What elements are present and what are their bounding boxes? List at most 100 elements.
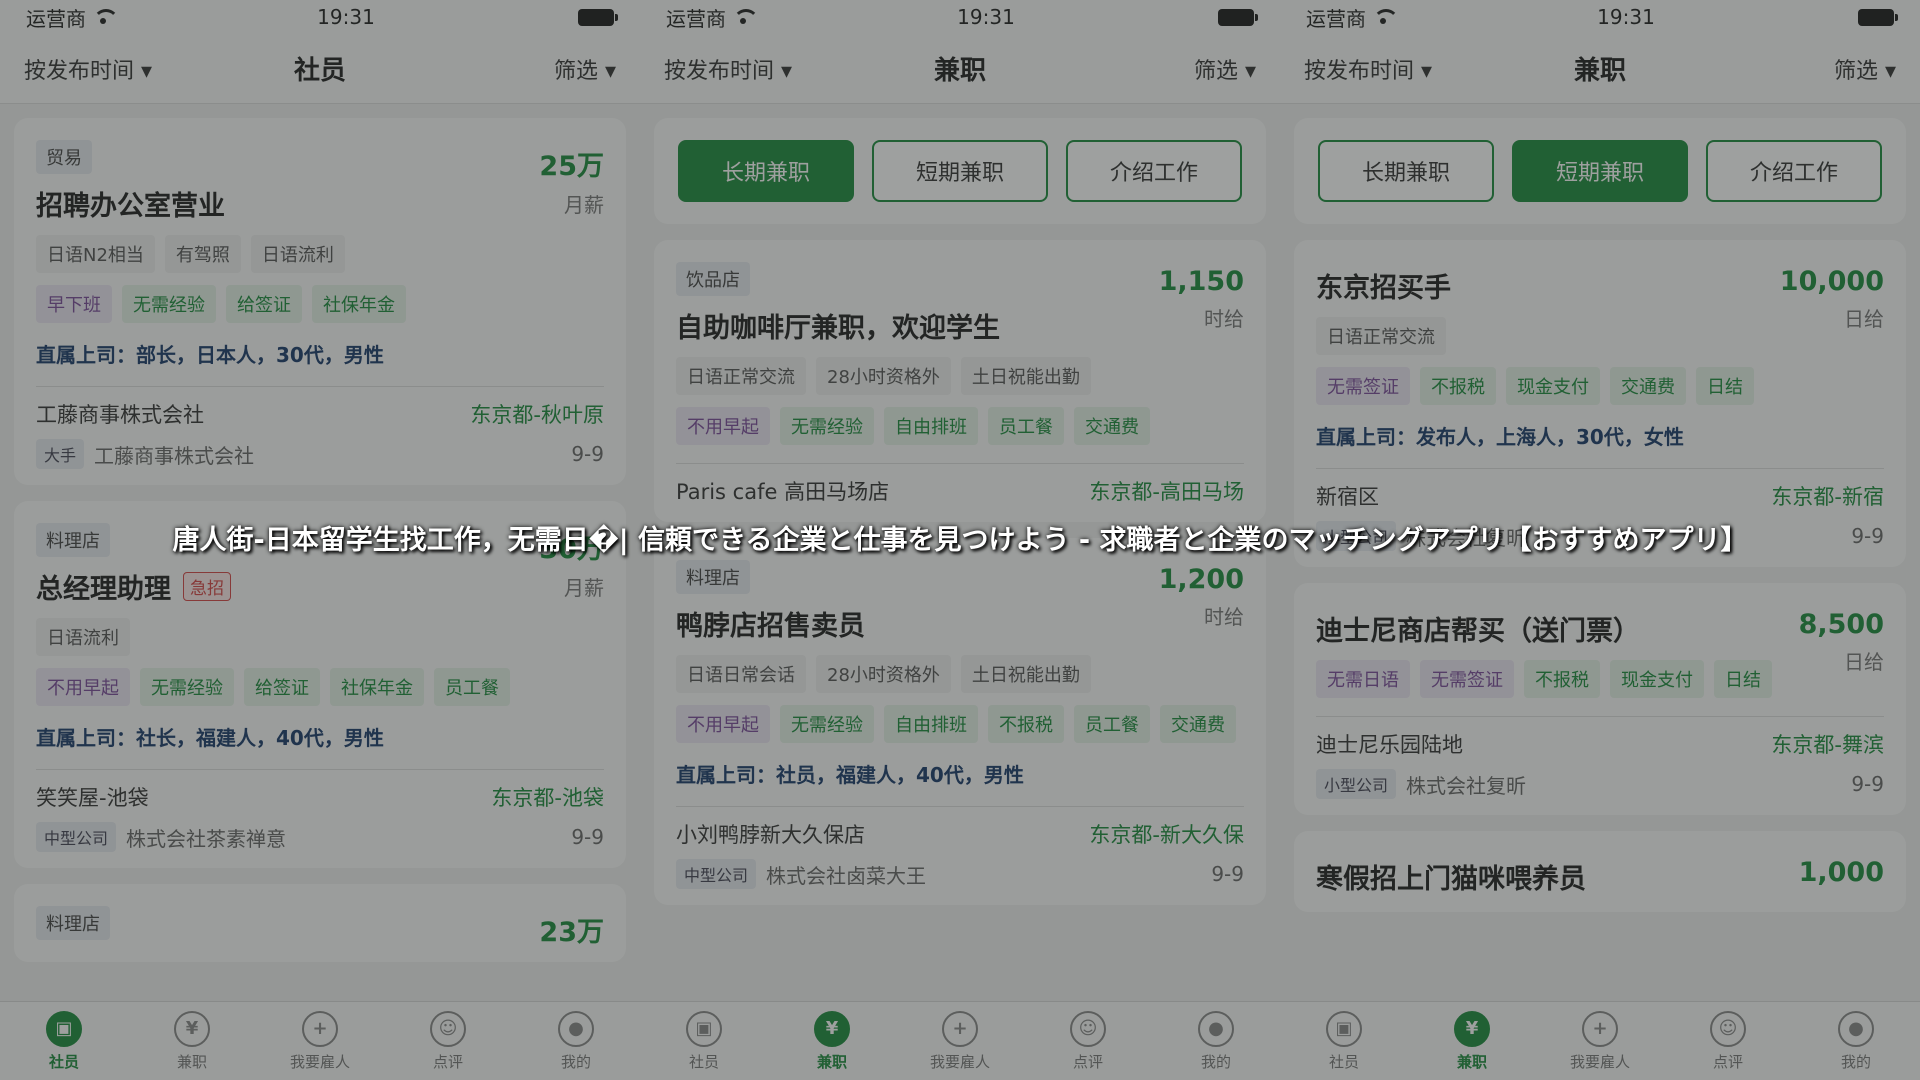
tab-user[interactable]: ● 我的	[512, 1002, 640, 1080]
filter-dropdown[interactable]: 筛选 ▾	[1834, 53, 1896, 85]
segment-button[interactable]: 介绍工作	[1706, 140, 1882, 202]
segment-button[interactable]: 短期兼职	[872, 140, 1048, 202]
tab-plus[interactable]: + 我要雇人	[256, 1002, 384, 1080]
company-location: 东京都-新大久保	[1089, 823, 1244, 847]
salary-amount: 23万	[539, 917, 604, 948]
tab-bag[interactable]: ▣ 社员	[640, 1002, 768, 1080]
job-card[interactable]: 饮品店 自助咖啡厅兼职，欢迎学生 1,150 时给 日语正常交流 28小时资格外 土日祝能出…	[654, 240, 1266, 522]
salary-block: 23万	[539, 910, 604, 949]
company-detail-row: 大手 工藤商事株式会社 9-9	[36, 439, 604, 469]
carrier-label: 运营商	[666, 6, 726, 31]
segment-button[interactable]: 长期兼职	[678, 140, 854, 202]
tab-user[interactable]: ● 我的	[1792, 1002, 1920, 1080]
requirement-tag: 土日祝能出勤	[960, 655, 1091, 693]
tab-bag[interactable]: ▣ 社员	[1280, 1002, 1408, 1080]
job-card[interactable]: 料理店 23万	[14, 884, 626, 962]
salary-amount: 1,200	[1158, 564, 1244, 595]
filter-dropdown[interactable]: 筛选 ▾	[1194, 53, 1256, 85]
salary-unit: 日给	[1844, 650, 1884, 674]
caption-banner: 唐人街-日本留学生找工作，无需日�| 信頼できる企業と仕事を見つけよう - 求職…	[172, 525, 1748, 556]
benefit-tag: 无需签证	[1420, 660, 1514, 698]
benefit-tag: 无需经验	[780, 705, 874, 743]
job-title-text: 总经理助理	[36, 574, 171, 605]
tab-plus[interactable]: + 我要雇人	[896, 1002, 1024, 1080]
segment-button[interactable]: 短期兼职	[1512, 140, 1688, 202]
requirement-tag: 日语日常会话	[676, 655, 806, 693]
urgent-badge: 急招	[183, 572, 231, 601]
carrier-label: 运营商	[1306, 6, 1366, 31]
job-card[interactable]: 寒假招上门猫咪喂养员 1,000	[1294, 831, 1906, 912]
tab-plus[interactable]: + 我要雇人	[1536, 1002, 1664, 1080]
job-card[interactable]: 迪士尼商店帮买（送门票） 8,500 日给 无需日语 无需签证 不报税 现金支付 日结 迪士尼乐…	[1294, 583, 1906, 815]
tab-label: 我的	[1200, 1052, 1231, 1071]
wifi-icon	[1372, 9, 1399, 25]
job-title: 招聘办公室营业	[36, 184, 604, 223]
supervisor-info: 直属上司：发布人，上海人，30代，女性	[1316, 425, 1684, 449]
divider	[676, 806, 1244, 807]
requirement-tag: 日语正常交流	[1316, 317, 1446, 355]
tab-bag[interactable]: ▣ 社员	[0, 1002, 128, 1080]
yen-icon: ¥	[174, 1010, 210, 1047]
job-card[interactable]: 料理店 鸭脖店招售卖员 1,200 时给 日语日常会话 28小时资格外 土日祝能出勤 不用早起…	[654, 538, 1266, 905]
benefit-tag: 不用早起	[676, 705, 770, 743]
tab-yen[interactable]: ¥ 兼职	[128, 1002, 256, 1080]
company-name: 工藤商事株式会社	[36, 403, 204, 427]
segment-button[interactable]: 介绍工作	[1066, 140, 1242, 202]
tab-yen[interactable]: ¥ 兼职	[1408, 1002, 1536, 1080]
tab-label: 兼职	[816, 1052, 847, 1071]
work-hours: 9-9	[571, 825, 604, 849]
company-row: 迪士尼乐园陆地 东京都-舞滨	[1316, 729, 1884, 759]
salary-block: 8,500 日给	[1799, 609, 1884, 675]
segment-button[interactable]: 长期兼职	[1318, 140, 1494, 202]
company-row: 笑笑屋-池袋 东京都-池袋	[36, 782, 604, 812]
company-name: Paris cafe 高田马场店	[676, 480, 890, 504]
benefit-tags: 不用早起 无需经验 给签证 社保年金 员工餐	[36, 668, 604, 706]
salary-unit: 时给	[1204, 307, 1244, 331]
job-title-text: 东京招买手	[1316, 273, 1451, 304]
benefit-tags: 无需签证 不报税 现金支付 交通费 日结	[1316, 367, 1884, 405]
company-fullname: 株式会社茶素禅意	[126, 826, 287, 851]
tab-bar: ▣ 社员 ¥ 兼职 + 我要雇人 ☺ 点评 ● 我的	[0, 1001, 640, 1080]
job-card[interactable]: 贸易 招聘办公室营业 25万 月薪 日语N2相当 有驾照 日语流利 早下班 无需经验 给签证 社保年…	[14, 118, 626, 485]
category-badge: 贸易	[36, 140, 92, 174]
tab-smile[interactable]: ☺ 点评	[384, 1002, 512, 1080]
benefit-tag: 员工餐	[988, 407, 1064, 445]
sort-dropdown[interactable]: 按发布时间 ▾	[1304, 53, 1432, 85]
status-time: 19:31	[957, 5, 1015, 29]
segment-control: 长期兼职 短期兼职 介绍工作	[1294, 118, 1906, 224]
benefit-tag: 社保年金	[312, 285, 406, 323]
benefit-tag: 现金支付	[1610, 660, 1704, 698]
requirement-tag: 28小时资格外	[816, 655, 951, 693]
wifi-icon	[92, 9, 119, 25]
tab-yen[interactable]: ¥ 兼职	[768, 1002, 896, 1080]
benefit-tag: 不报税	[1524, 660, 1600, 698]
tab-user[interactable]: ● 我的	[1152, 1002, 1280, 1080]
job-title-text: 鸭脖店招售卖员	[676, 611, 865, 642]
requirement-tags: 日语N2相当 有驾照 日语流利	[36, 235, 604, 273]
filter-dropdown[interactable]: 筛选 ▾	[554, 53, 616, 85]
company-fullname: 株式会社复昕	[1406, 773, 1527, 798]
tab-label: 我要雇人	[1569, 1052, 1630, 1071]
company-row: 新宿区 东京都-新宿	[1316, 481, 1884, 511]
tab-label: 我的	[1840, 1052, 1871, 1071]
company-fullname: 株式会社卤菜大王	[766, 863, 927, 888]
tab-label: 社员	[48, 1052, 79, 1071]
company-detail-left: 大手 工藤商事株式会社	[36, 439, 254, 469]
benefit-tag: 无需经验	[140, 668, 234, 706]
salary-block: 1,150 时给	[1159, 266, 1244, 332]
sort-dropdown[interactable]: 按发布时间 ▾	[24, 53, 152, 85]
benefit-tag: 员工餐	[1074, 705, 1150, 743]
sort-dropdown[interactable]: 按发布时间 ▾	[664, 53, 792, 85]
bag-icon: ▣	[686, 1010, 722, 1047]
status-time: 19:31	[317, 5, 375, 29]
benefit-tag: 给签证	[244, 668, 320, 706]
benefit-tag: 不用早起	[676, 407, 770, 445]
work-hours: 9-9	[571, 442, 604, 466]
company-detail-left: 小型公司 株式会社复昕	[1316, 769, 1526, 799]
tab-smile[interactable]: ☺ 点评	[1664, 1002, 1792, 1080]
status-time: 19:31	[1597, 5, 1655, 29]
tab-label: 我要雇人	[929, 1052, 990, 1071]
requirement-tag: 日语N2相当	[36, 235, 155, 273]
tab-smile[interactable]: ☺ 点评	[1024, 1002, 1152, 1080]
company-size-badge: 中型公司	[676, 859, 757, 889]
